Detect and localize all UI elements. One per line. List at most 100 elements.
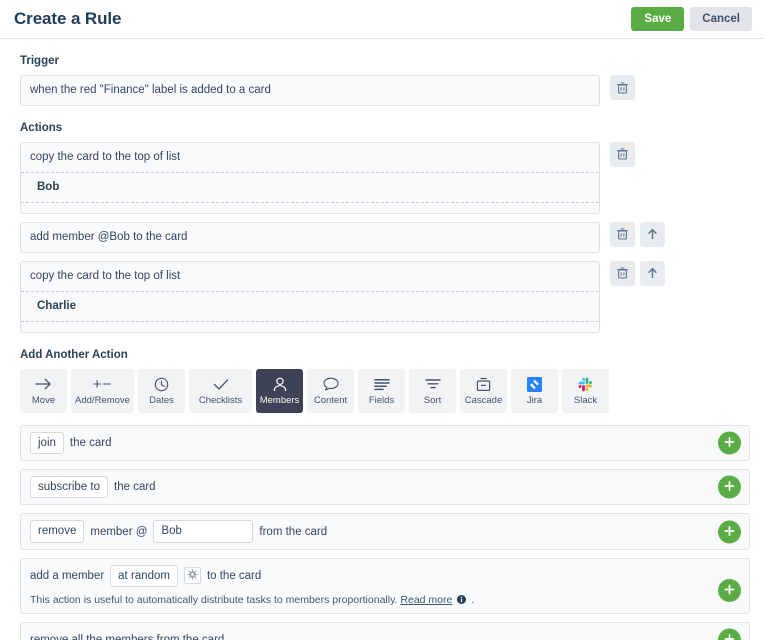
tool-fields[interactable]: Fields [358,368,405,413]
help-suffix: . [471,594,475,607]
cancel-button[interactable]: Cancel [690,6,752,32]
option-text: member @ [90,525,148,538]
action-card[interactable]: add member @Bob to the card [20,221,600,253]
action-row-buttons [610,221,665,247]
add-option-button[interactable] [718,520,741,544]
tool-content[interactable]: Content [307,368,354,413]
trash-icon [617,267,628,279]
tool-add-remove[interactable]: +− Add/Remove [71,368,134,413]
arrow-right-icon [35,376,52,393]
tool-dates[interactable]: Dates [138,368,185,413]
trigger-row-buttons [610,75,635,100]
trigger-card[interactable]: when the red "Finance" label is added to… [20,75,600,106]
plus-icon [724,583,735,598]
join-action-select[interactable]: join [30,431,64,454]
action-row: copy the card to the top of list Charlie [20,260,750,333]
tool-label: Slack [573,394,598,406]
add-another-action-label: Add Another Action [20,348,128,361]
tool-label: Content [313,394,348,406]
option-content: add a member at random to the card [30,564,739,588]
action-detail: Charlie [21,290,599,322]
tool-label: Members [259,394,300,406]
option-help-text: This action is useful to automatically d… [30,594,739,607]
action-row: add member @Bob to the card [20,221,750,253]
page-title: Create a Rule [14,9,122,28]
action-text: add member @Bob to the card [30,230,188,243]
plus-icon [724,524,735,539]
action-text: copy the card to the top of list [30,150,181,163]
tool-label: Sort [423,394,442,406]
option-text: add a member [30,569,105,582]
tool-members[interactable]: Members [256,368,303,413]
funnel-icon [424,376,441,393]
tool-sort[interactable]: Sort [409,368,456,413]
slack-icon [578,376,593,393]
option-row-remove-all-members: remove all the members from the card [20,622,750,640]
move-action-up-button[interactable] [640,260,665,286]
settings-gear-button[interactable] [183,567,201,585]
option-row-add-member-random: add a member at random to the card This … [20,557,750,615]
delete-action-button[interactable] [610,221,635,247]
action-text: copy the card to the top of list [30,269,181,282]
page-body: Trigger when the red "Finance" label is … [0,55,764,640]
header-actions: Save Cancel [631,6,752,32]
action-card[interactable]: copy the card to the top of list Bob [20,141,600,214]
option-text: to the card [206,569,262,582]
action-detail: Bob [21,171,599,203]
trigger-section-label: Trigger [20,55,59,67]
option-text: the card [69,436,112,449]
action-card[interactable]: copy the card to the top of list Charlie [20,260,600,333]
add-option-button[interactable] [718,578,741,602]
tool-jira[interactable]: Jira [511,368,558,413]
option-row-remove-member: remove member @ from the card [20,513,750,550]
actions-section-label: Actions [20,121,63,134]
option-row-join-card: join the card [20,424,750,461]
arrow-up-icon [647,228,658,240]
plus-icon [724,435,735,450]
option-content: remove all the members from the card [30,631,739,640]
lines-icon [373,376,390,393]
speech-bubble-icon [322,376,339,393]
read-more-link[interactable]: Read more [400,594,452,606]
tool-label: Dates [149,394,174,406]
help-prefix: This action is useful to automatically d… [30,594,398,607]
check-icon [213,376,229,393]
clock-icon [154,376,169,393]
archive-box-icon [476,376,491,393]
option-text: remove all the members from the card [30,634,224,640]
member-name-input[interactable] [153,520,254,543]
tool-label: Fields [368,394,395,406]
tool-checklists[interactable]: Checklists [189,368,252,413]
tool-cascade[interactable]: Cascade [460,368,507,413]
save-button[interactable]: Save [631,6,685,32]
trash-icon [617,81,628,94]
add-option-button[interactable] [718,475,741,499]
action-row-buttons [610,260,665,286]
action-card-tail [21,203,599,213]
trigger-row: when the red "Finance" label is added to… [20,75,750,106]
random-mode-select[interactable]: at random [110,564,178,588]
info-icon [457,595,467,607]
action-category-toolbar: Move +− Add/Remove Dates Checklists Memb… [20,368,750,413]
action-card-tail [21,322,599,332]
delete-action-button[interactable] [610,141,635,167]
tool-label: Add/Remove [75,394,130,406]
option-content: subscribe to the card [30,476,739,499]
plus-icon [724,633,735,640]
action-row: copy the card to the top of list Bob [20,141,750,214]
add-option-button[interactable] [718,431,741,455]
remove-action-select[interactable]: remove [30,520,85,543]
jira-icon [527,376,542,393]
tool-move[interactable]: Move [20,368,67,413]
move-action-up-button[interactable] [640,221,665,247]
delete-action-button[interactable] [610,260,635,286]
tool-label: Cascade [464,394,503,406]
subscribe-action-select[interactable]: subscribe to [30,476,109,499]
tool-label: Move [31,394,56,406]
plus-minus-icon: +− [92,375,113,393]
tool-label: Jira [526,394,543,406]
tool-slack[interactable]: Slack [562,368,609,413]
option-content: remove member @ from the card [30,520,739,543]
delete-trigger-button[interactable] [610,75,635,100]
action-row-buttons [610,141,635,167]
